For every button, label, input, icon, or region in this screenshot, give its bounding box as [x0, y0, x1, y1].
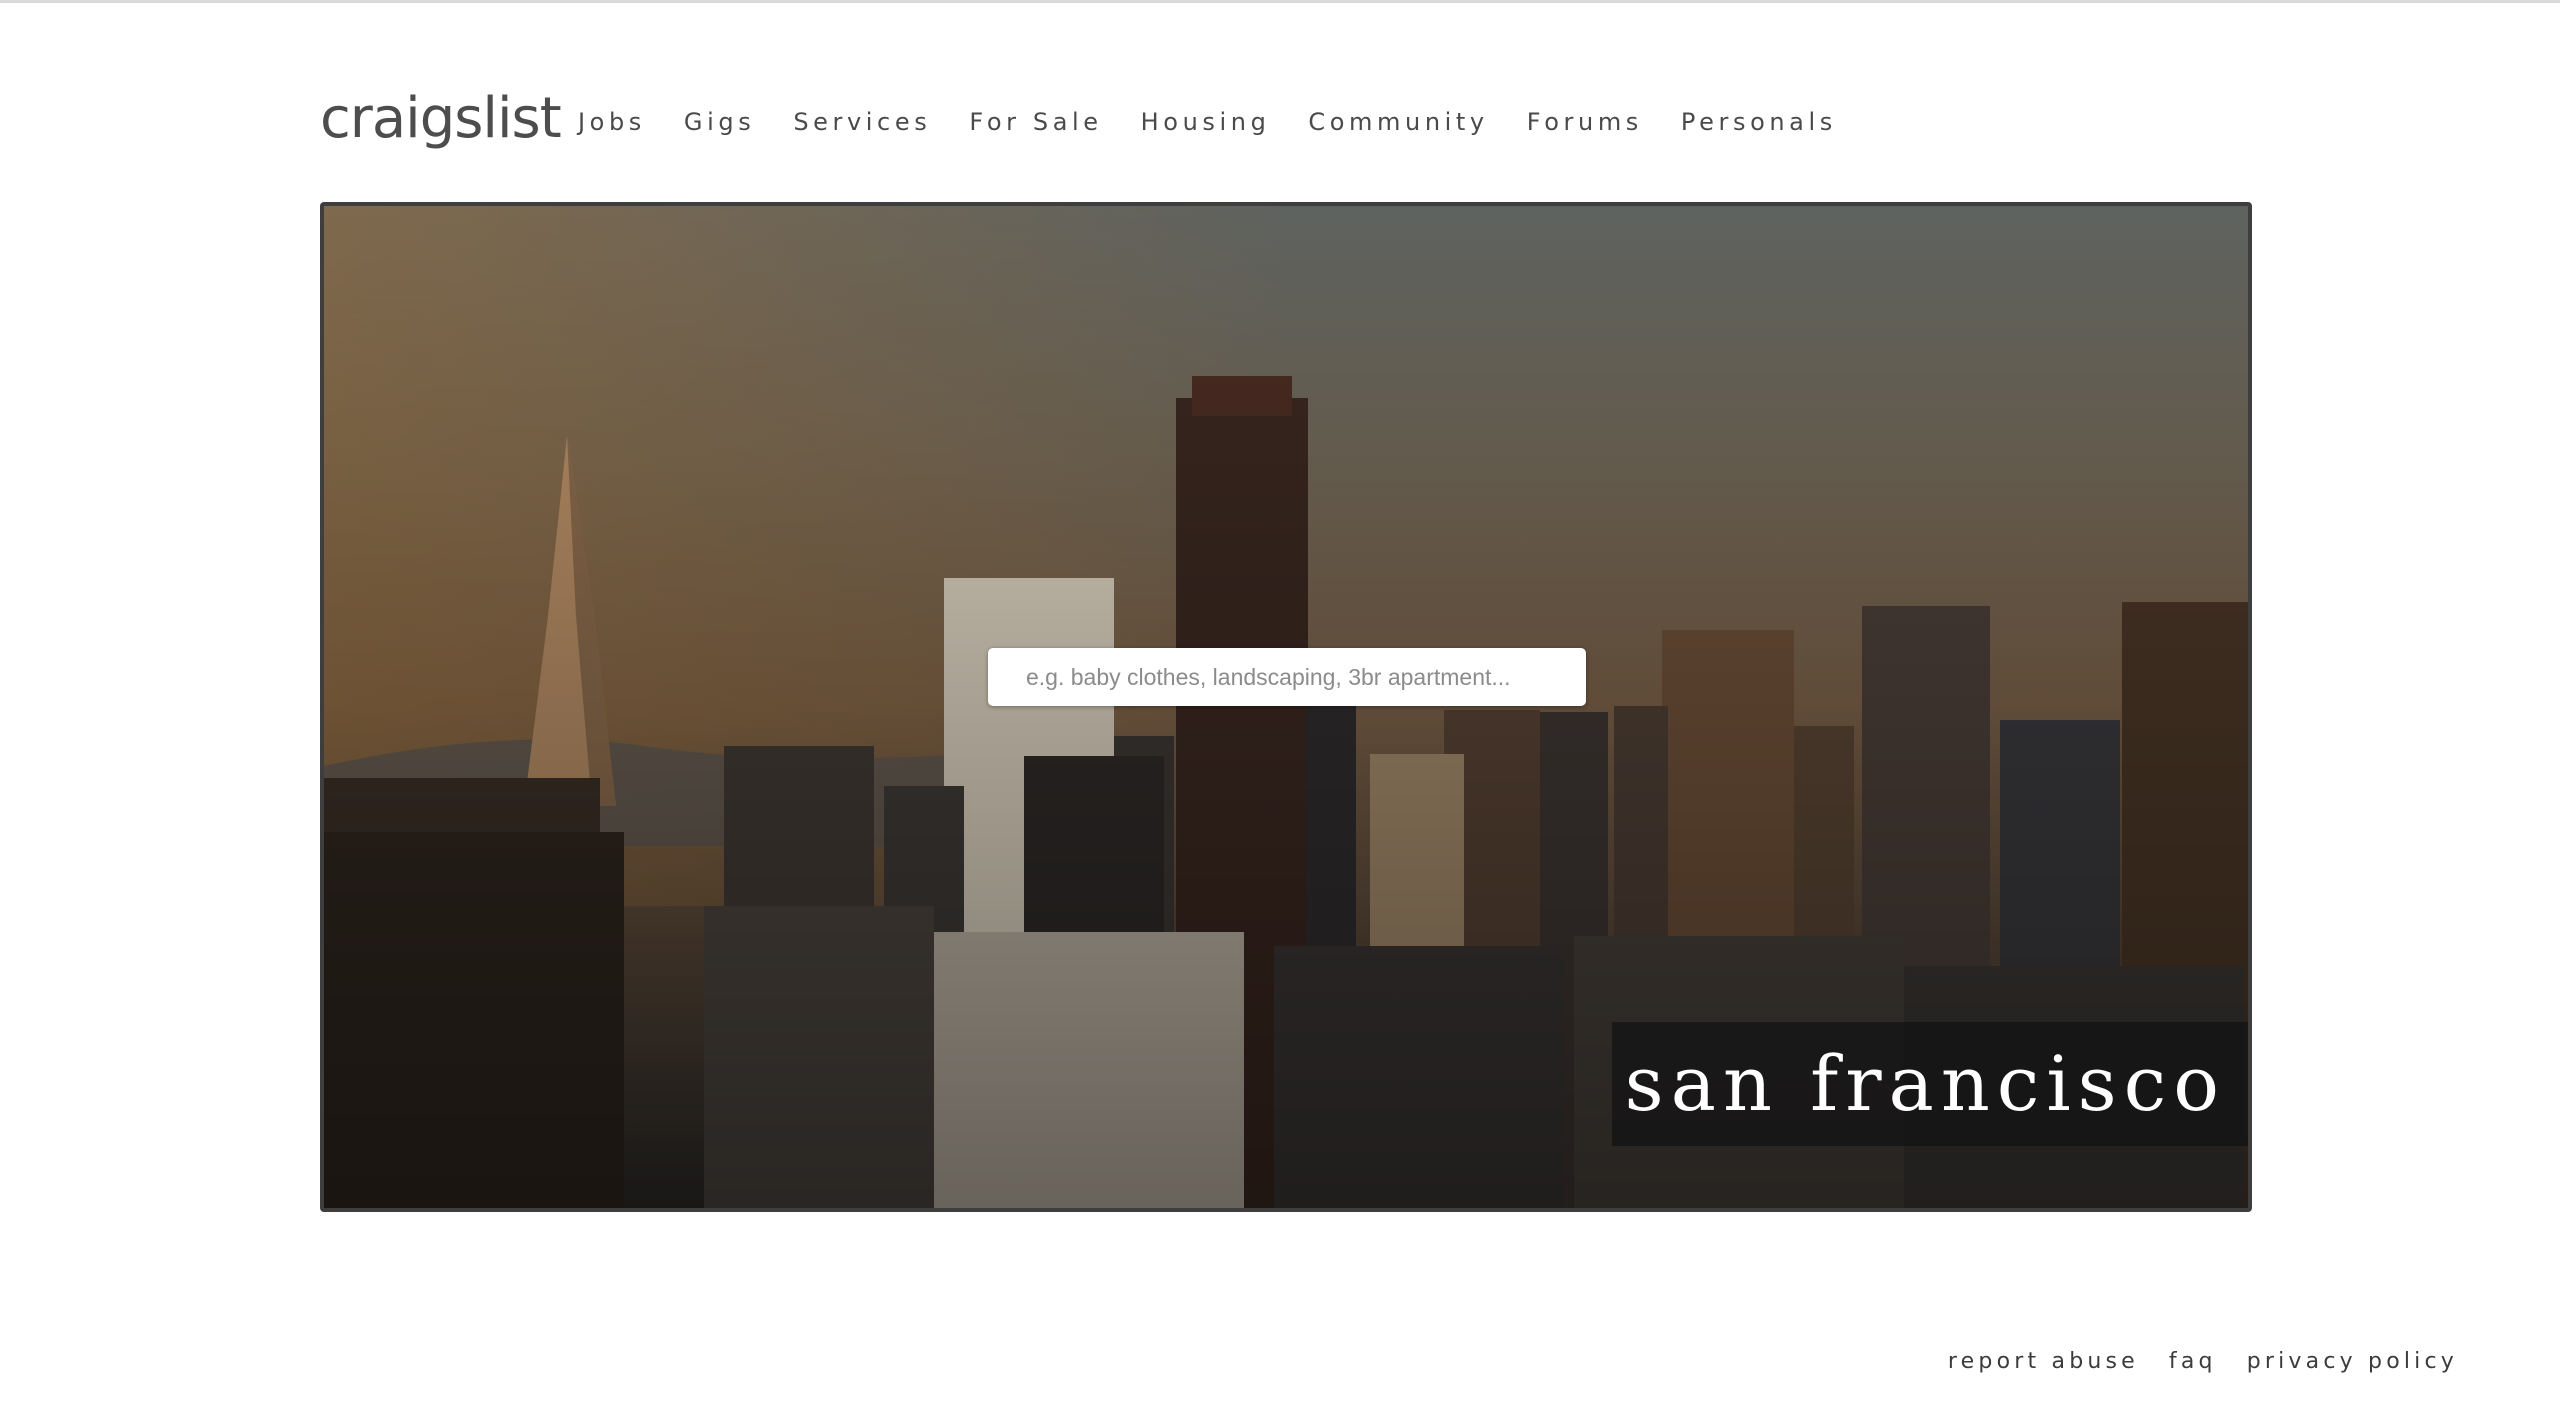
nav-services[interactable]: Services [793, 108, 931, 136]
footer-privacy-policy[interactable]: privacy policy [2247, 1349, 2458, 1374]
craigslist-logo[interactable]: craigslist [320, 82, 562, 156]
nav-forums[interactable]: Forums [1527, 108, 1643, 136]
nav-jobs[interactable]: Jobs [578, 108, 646, 136]
nav-community[interactable]: Community [1308, 108, 1488, 136]
footer-links: report abuse faq privacy policy [1918, 1344, 2458, 1378]
search-input[interactable] [988, 648, 1586, 706]
footer-faq[interactable]: faq [2169, 1349, 2217, 1374]
nav-for-sale[interactable]: For Sale [969, 108, 1102, 136]
nav-personals[interactable]: Personals [1681, 108, 1837, 136]
nav-housing[interactable]: Housing [1141, 108, 1271, 136]
top-divider [0, 0, 2560, 3]
footer-report-abuse[interactable]: report abuse [1948, 1349, 2139, 1374]
main-nav: Jobs Gigs Services For Sale Housing Comm… [578, 104, 1875, 140]
nav-gigs[interactable]: Gigs [684, 108, 755, 136]
hero-banner: san francisco [320, 202, 2252, 1212]
city-name[interactable]: san francisco [1625, 1038, 2226, 1130]
